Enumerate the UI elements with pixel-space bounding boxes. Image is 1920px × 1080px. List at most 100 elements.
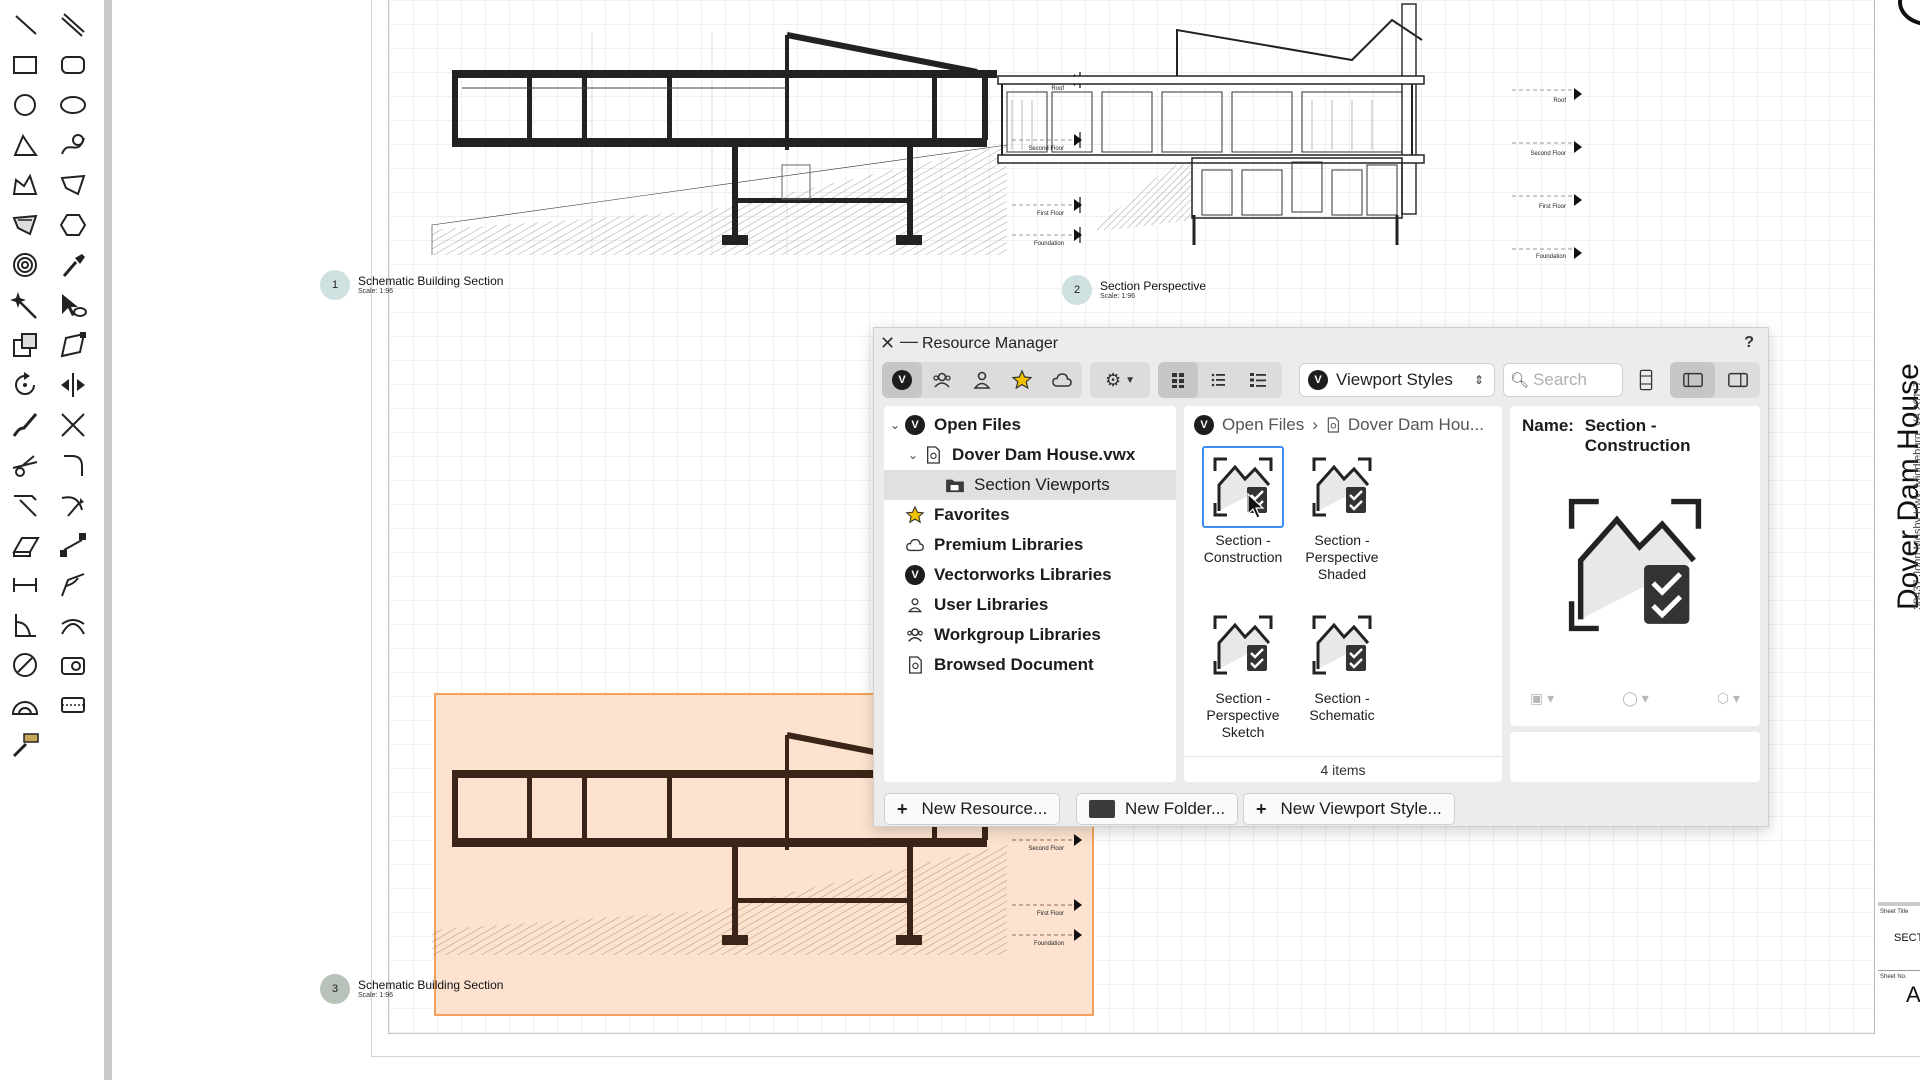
drawing-title: Schematic Building Section bbox=[358, 274, 504, 288]
drawing-scale: Scale: 1:96 bbox=[358, 992, 394, 999]
new-folder-button[interactable]: New Folder... bbox=[1076, 793, 1239, 825]
tape-measure-tool-icon[interactable] bbox=[54, 646, 92, 684]
tree-item-workgroup-libraries[interactable]: Workgroup Libraries bbox=[884, 620, 1176, 650]
tree-item-open-files[interactable]: ⌄ V Open Files bbox=[884, 410, 1176, 440]
brush-tool-icon[interactable] bbox=[6, 406, 44, 444]
close-icon[interactable]: ✕ bbox=[880, 333, 895, 354]
eraser-tool-icon[interactable] bbox=[6, 526, 44, 564]
arc-dimension-tool-icon[interactable] bbox=[54, 606, 92, 644]
search-box[interactable]: 🔍︎ bbox=[1503, 363, 1624, 397]
user-filter-button[interactable] bbox=[962, 362, 1002, 398]
tree-item-premium-libraries[interactable]: Premium Libraries bbox=[884, 530, 1176, 560]
viewport-style-icon bbox=[1213, 615, 1273, 675]
dimension-tool-icon[interactable] bbox=[6, 566, 44, 604]
gear-icon[interactable]: ⚙ ▼ bbox=[1090, 362, 1150, 398]
tree-item-favorites[interactable]: Favorites bbox=[884, 500, 1176, 530]
drawing-title: Section Perspective bbox=[1100, 279, 1207, 293]
search-input[interactable] bbox=[1533, 370, 1624, 390]
arc-tool-icon[interactable] bbox=[6, 126, 44, 164]
arc-length-tool-icon[interactable] bbox=[6, 606, 44, 644]
tree-item-label: Open Files bbox=[934, 415, 1021, 434]
polyline-tool-icon[interactable] bbox=[6, 166, 44, 204]
clip-tool-icon[interactable] bbox=[6, 326, 44, 364]
connect-tool-icon[interactable] bbox=[54, 526, 92, 564]
split-tool-icon[interactable] bbox=[6, 446, 44, 484]
resource-manager-titlebar[interactable]: ✕ — Resource Manager ? bbox=[874, 328, 1768, 358]
single-pane-button[interactable] bbox=[1670, 362, 1715, 398]
angular-dimension-tool-icon[interactable] bbox=[54, 566, 92, 604]
settings-group: ⚙ ▼ bbox=[1090, 362, 1150, 398]
tree-item-user-libraries[interactable]: User Libraries bbox=[884, 590, 1176, 620]
fill-tool-icon[interactable] bbox=[6, 206, 44, 244]
thumbnail-view-button[interactable] bbox=[1158, 362, 1198, 398]
preview-pane-button[interactable] bbox=[1715, 362, 1760, 398]
resource-tile[interactable]: Section - Perspective Sketch bbox=[1188, 604, 1298, 741]
rectangle-tool-icon[interactable] bbox=[6, 46, 44, 84]
rotate-tool-icon[interactable] bbox=[6, 366, 44, 404]
hammer-tool-icon[interactable] bbox=[6, 706, 44, 758]
visibility-tool-icon[interactable] bbox=[54, 286, 92, 324]
resource-type-select[interactable]: V Viewport Styles ⇕ bbox=[1299, 363, 1495, 397]
viewport-style-preview-icon bbox=[1568, 498, 1702, 632]
resource-tile[interactable]: Section - Construction bbox=[1188, 446, 1298, 566]
resource-tile[interactable]: Section - Schematic bbox=[1287, 604, 1397, 724]
drawing-number-bubble: 1 bbox=[320, 270, 350, 300]
drawing-title: Schematic Building Section bbox=[358, 978, 504, 992]
workgroup-filter-button[interactable] bbox=[922, 362, 962, 398]
layout-group bbox=[1670, 362, 1760, 398]
rounded-rectangle-tool-icon[interactable] bbox=[54, 46, 92, 84]
resource-tile[interactable]: Section - Perspective Shaded bbox=[1287, 446, 1397, 583]
freehand-tool-icon[interactable] bbox=[54, 126, 92, 164]
tile-label-line1: Section - bbox=[1314, 532, 1370, 548]
background-dropdown[interactable]: ◯ ▾ bbox=[1622, 690, 1649, 707]
list-view-button[interactable] bbox=[1198, 362, 1238, 398]
circle-tool-icon[interactable] bbox=[6, 86, 44, 124]
eyedropper-tool-icon[interactable] bbox=[54, 246, 92, 284]
radial-dimension-tool-icon[interactable] bbox=[6, 646, 44, 684]
oval-tool-icon[interactable] bbox=[54, 86, 92, 124]
detail-list-view-button[interactable] bbox=[1238, 362, 1278, 398]
mirror-tool-icon[interactable] bbox=[54, 366, 92, 404]
sheet-number: A3.1 bbox=[1906, 982, 1920, 1007]
stitch-tool-icon[interactable] bbox=[54, 686, 92, 724]
fillet-tool-icon[interactable] bbox=[54, 446, 92, 484]
trim-tool-icon[interactable] bbox=[54, 406, 92, 444]
plus-icon: + bbox=[897, 798, 908, 819]
breadcrumb-file[interactable]: Dover Dam Hou... bbox=[1348, 415, 1484, 435]
vectorworks-filter-button[interactable]: V bbox=[882, 362, 922, 398]
reshape-tool-icon[interactable] bbox=[54, 326, 92, 364]
new-viewport-style-button[interactable]: + New Viewport Style... bbox=[1243, 793, 1455, 825]
breadcrumb: V Open Files › Dover Dam Hou... bbox=[1194, 412, 1484, 438]
view-angle-dropdown[interactable]: ⬡ ▾ bbox=[1717, 690, 1740, 707]
viewport-style-thumbnail bbox=[1202, 446, 1284, 528]
chevron-down-icon[interactable]: ⌄ bbox=[886, 418, 904, 432]
chamfer-tool-icon[interactable] bbox=[6, 486, 44, 524]
new-resource-button[interactable]: + New Resource... bbox=[884, 793, 1061, 825]
section-perspective-drawing[interactable]: Roof Second Floor First Floor Foundation bbox=[952, 0, 1832, 260]
tree-item-dover-dam-house[interactable]: ⌄ Dover Dam House.vwx bbox=[884, 440, 1176, 470]
elev-foundation-3: Foundation bbox=[1034, 941, 1064, 947]
preview-name-line2: Construction bbox=[1584, 436, 1691, 455]
palette-divider[interactable] bbox=[104, 0, 112, 1080]
split-vertical-button[interactable] bbox=[1632, 363, 1660, 397]
magic-wand-tool-icon[interactable] bbox=[6, 286, 44, 324]
polygon-tool-icon[interactable] bbox=[54, 166, 92, 204]
workgroup-icon bbox=[904, 624, 926, 646]
chevron-down-icon[interactable]: ⌄ bbox=[904, 448, 922, 462]
render-mode-dropdown[interactable]: ▣ ▾ bbox=[1530, 690, 1554, 707]
breadcrumb-open-files[interactable]: Open Files bbox=[1222, 415, 1304, 435]
resource-manager-title: Resource Manager bbox=[922, 335, 1059, 352]
hexagon-tool-icon[interactable] bbox=[54, 206, 92, 244]
tree-item-vectorworks-libraries[interactable]: V Vectorworks Libraries bbox=[884, 560, 1176, 590]
double-line-tool-icon[interactable] bbox=[54, 6, 92, 44]
collapse-icon[interactable]: — bbox=[900, 331, 918, 352]
tree-item-label: Dover Dam House.vwx bbox=[952, 445, 1136, 464]
offset-tool-icon[interactable] bbox=[54, 486, 92, 524]
tree-item-browsed-document[interactable]: Browsed Document bbox=[884, 650, 1176, 680]
cloud-filter-button[interactable] bbox=[1042, 362, 1082, 398]
spiral-tool-icon[interactable] bbox=[6, 246, 44, 284]
line-tool-icon[interactable] bbox=[6, 6, 44, 44]
favorites-filter-button[interactable] bbox=[1002, 362, 1042, 398]
tree-item-section-viewports[interactable]: Section Viewports bbox=[884, 470, 1176, 500]
help-button[interactable]: ? bbox=[1744, 334, 1754, 352]
